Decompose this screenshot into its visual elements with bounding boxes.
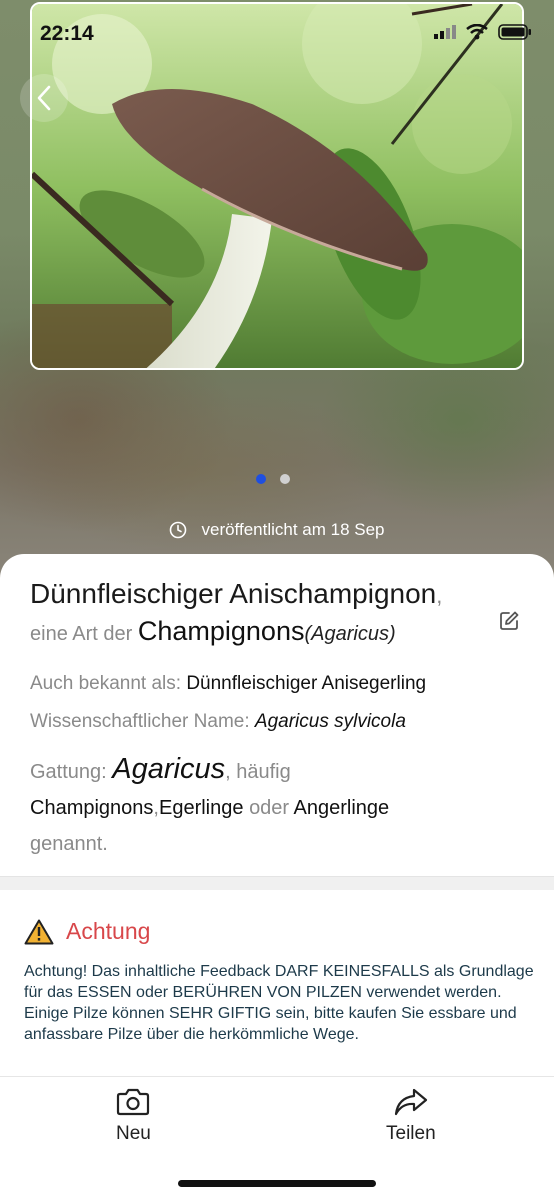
warning-section: Achtung Achtung! Das inhaltliche Feedbac… bbox=[24, 918, 534, 1045]
share-label: Teilen bbox=[386, 1123, 436, 1144]
carousel-dot-active[interactable] bbox=[256, 474, 266, 484]
species-name-comma: , bbox=[436, 583, 443, 608]
sep-or: oder bbox=[249, 797, 290, 819]
warning-text: Achtung! Das inhaltliche Feedback DARF K… bbox=[24, 963, 534, 1043]
genus-common-name[interactable]: Champignons bbox=[138, 616, 305, 646]
species-card: Dünnfleischiger Anischampignon, eine Art… bbox=[0, 554, 554, 876]
carousel-dots bbox=[256, 474, 290, 484]
share-arrow-icon bbox=[394, 1088, 427, 1116]
camera-icon bbox=[117, 1088, 150, 1116]
new-label: Neu bbox=[116, 1123, 151, 1144]
title-row: Dünnfleischiger Anischampignon, bbox=[30, 578, 524, 630]
gattung-suffix: genannt. bbox=[30, 833, 108, 855]
type-prefix: eine Art der bbox=[30, 623, 133, 645]
scientific-name-row: Wissenschaftlicher Name: Agaricus sylvic… bbox=[30, 711, 524, 733]
back-button[interactable] bbox=[20, 74, 68, 122]
genus-scientific-name: (Agaricus) bbox=[304, 623, 396, 645]
published-date: veröffentlicht am 18 Sep bbox=[201, 520, 385, 539]
scientific-name-label: Wissenschaftlicher Name: bbox=[30, 711, 250, 732]
species-type-line: eine Art der Champignons(Agaricus) bbox=[30, 616, 524, 647]
clock-icon bbox=[170, 521, 187, 539]
published-info: veröffentlicht am 18 Sep bbox=[0, 520, 554, 540]
status-bar: 22:14 bbox=[0, 0, 554, 60]
also-known-row: Auch bekannt als: Dünnfleischiger Aniseg… bbox=[30, 673, 524, 695]
gattung-common-prefix: , häufig bbox=[225, 761, 291, 783]
warning-title: Achtung bbox=[66, 918, 151, 944]
species-name: Dünnfleischiger Anischampignon bbox=[30, 578, 437, 609]
chevron-left-icon bbox=[37, 85, 51, 111]
also-known-value: Dünnfleischiger Anisegerling bbox=[186, 673, 427, 694]
new-button[interactable]: Neu bbox=[116, 1087, 151, 1145]
signal-icon bbox=[434, 25, 456, 39]
warning-header: Achtung bbox=[24, 918, 534, 945]
home-indicator bbox=[178, 1180, 376, 1187]
also-known-label: Auch bekannt als: bbox=[30, 673, 182, 694]
section-divider bbox=[0, 876, 554, 890]
gattung-paragraph: Gattung: Agaricus, häufig Champignons,Eg… bbox=[30, 751, 524, 862]
gattung-label: Gattung: bbox=[30, 761, 107, 783]
edit-icon[interactable] bbox=[498, 610, 520, 632]
battery-icon bbox=[498, 24, 531, 40]
status-icons bbox=[434, 24, 532, 40]
common-name-1: Champignons bbox=[30, 797, 154, 819]
wifi-icon bbox=[466, 24, 488, 40]
share-button[interactable]: Teilen bbox=[386, 1087, 436, 1145]
common-name-2: Egerlinge bbox=[158, 797, 244, 819]
carousel-dot[interactable] bbox=[280, 474, 290, 484]
gattung-value: Agaricus bbox=[112, 753, 226, 785]
warning-triangle-icon bbox=[24, 919, 54, 944]
status-time: 22:14 bbox=[40, 22, 94, 45]
common-name-3: Angerlinge bbox=[293, 797, 390, 819]
scientific-name-value: Agaricus sylvicola bbox=[254, 711, 406, 732]
